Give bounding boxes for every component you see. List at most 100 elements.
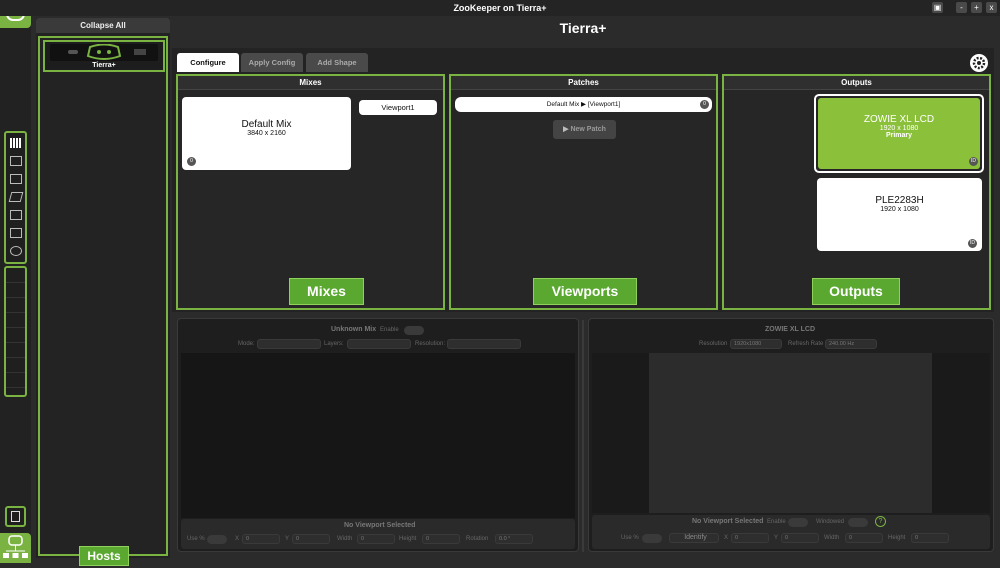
y-field[interactable]: 0 [292,534,330,544]
output-name: PLE2283H [875,195,924,206]
x-label: X [724,535,729,541]
identify-badge[interactable]: ID [969,157,978,166]
output-viewport-bar: No Viewport Selected Enable Windowed ? U… [592,515,990,549]
width-label: Width [824,535,840,541]
output-preview[interactable] [592,353,990,513]
y-label: Y [285,536,290,542]
resolution-label: Resolution: [415,341,446,347]
panel-divider[interactable] [582,320,584,552]
output-card-primary[interactable]: ZOWIE XL LCD 1920 x 1080 Primary ID [814,94,984,173]
rotation-field[interactable]: 0.0 ° [495,534,533,544]
columns-view-icon[interactable] [6,135,25,151]
output-resolution: 1920 x 1080 [879,125,919,132]
grid-view-icon[interactable] [6,207,25,223]
output-detail-panel: ZOWIE XL LCD Resolution 1920x1080 Refres… [588,318,994,552]
close-button[interactable]: x [986,2,997,13]
patches-column: Patches Default Mix ▶ [Viewport1] 0 ▶ Ne… [449,74,718,310]
help-icon[interactable]: ? [875,516,886,527]
mixes-label: Mixes [289,278,364,305]
maximize-button[interactable]: + [971,2,982,13]
refresh-rate-label: Refresh Rate [788,341,824,347]
width-field[interactable]: 0 [845,533,883,543]
output-name: ZOWIE XL LCD [863,114,935,125]
y-field[interactable]: 0 [781,533,819,543]
enable-toggle[interactable] [404,326,424,335]
mix-card[interactable]: Default Mix 3840 x 2160 0 [182,97,351,170]
enable-toggle[interactable] [788,518,808,527]
mix-preview[interactable] [181,353,575,518]
tool-group-views [4,131,27,264]
layers-select[interactable] [347,339,411,349]
tab-apply-config[interactable]: Apply Config [241,53,303,72]
height-field[interactable]: 0 [422,534,460,544]
enable-label: Enable [380,327,399,333]
tool-group-slots [4,266,27,397]
height-label: Height [399,536,417,542]
settings-gear-icon[interactable] [970,54,988,72]
resolution-select[interactable] [447,339,521,349]
mode-label: Mode: [238,341,255,347]
patch-badge: 0 [700,100,709,109]
empty-slot[interactable] [6,268,25,283]
monitor-view-icon[interactable] [6,171,25,187]
empty-slot[interactable] [6,313,25,328]
viewports-label: Viewports [533,278,637,305]
clipboard-icon[interactable] [5,506,26,527]
hosts-panel: Collapse All Tierra+ Hosts [36,18,170,566]
height-field[interactable]: 0 [911,533,949,543]
use-percent-label: Use % [187,536,205,542]
use-percent-toggle[interactable] [207,535,227,544]
empty-slot[interactable] [6,328,25,343]
use-percent-toggle[interactable] [642,534,662,543]
layers-label: Layers: [324,341,344,347]
output-card-secondary[interactable]: PLE2283H 1920 x 1080 ID [817,178,982,251]
patch-label: Default Mix ▶ [Viewport1] [546,101,621,108]
x-field[interactable]: 0 [242,534,280,544]
config-area: Configure Apply Config Add Shape Mixes D… [172,48,994,312]
identify-badge[interactable]: ID [968,239,977,248]
resolution-select[interactable]: 1920x1080 [730,339,782,349]
x-field[interactable]: 0 [731,533,769,543]
resolution-label: Resolution [699,341,728,347]
play-icon: ▶ [563,126,569,133]
warp-view-icon[interactable] [6,189,25,205]
shape-view-icon[interactable] [6,153,25,169]
page-title: Tierra+ [559,20,607,36]
empty-slot[interactable] [6,298,25,313]
mode-select[interactable] [257,339,321,349]
use-percent-label: Use % [621,535,639,541]
output-canvas[interactable] [649,353,932,513]
empty-slot[interactable] [6,343,25,358]
tab-add-shape[interactable]: Add Shape [306,53,368,72]
windowed-toggle[interactable] [848,518,868,527]
empty-slot[interactable] [6,283,25,298]
hosts-list: Tierra+ Hosts [38,36,168,566]
host-card[interactable]: Tierra+ [43,40,165,72]
collapse-all-button[interactable]: Collapse All [36,18,170,33]
refresh-rate-select[interactable]: 240.00 Hz [825,339,877,349]
patch-item[interactable]: Default Mix ▶ [Viewport1] 0 [455,97,712,112]
empty-slot[interactable] [6,373,25,388]
width-field[interactable]: 0 [357,534,395,544]
new-patch-label: New Patch [570,126,606,133]
outputs-column: Outputs ZOWIE XL LCD 1920 x 1080 Primary… [722,74,991,310]
viewport-card[interactable]: Viewport1 [359,100,437,115]
no-viewport-label: No Viewport Selected [344,522,416,529]
tab-configure[interactable]: Configure [177,53,239,72]
enable-label: Enable [767,519,786,525]
outputs-heading: Outputs [724,76,989,90]
patches-heading: Patches [451,76,716,90]
empty-slot[interactable] [6,358,25,373]
mix-resolution: 3840 x 2160 [247,130,286,137]
network-view-icon[interactable] [6,243,25,259]
layers-view-icon[interactable] [6,225,25,241]
restore-button[interactable]: ▣ [932,2,943,13]
hosts-network-icon[interactable] [0,533,31,563]
identify-button[interactable]: Identify [669,533,719,543]
minimize-button[interactable]: - [956,2,967,13]
no-viewport-label: No Viewport Selected [692,518,764,525]
new-patch-button[interactable]: ▶ New Patch [553,120,616,139]
mix-badge: 0 [187,157,196,166]
y-label: Y [774,535,779,541]
host-name: Tierra+ [92,62,116,69]
